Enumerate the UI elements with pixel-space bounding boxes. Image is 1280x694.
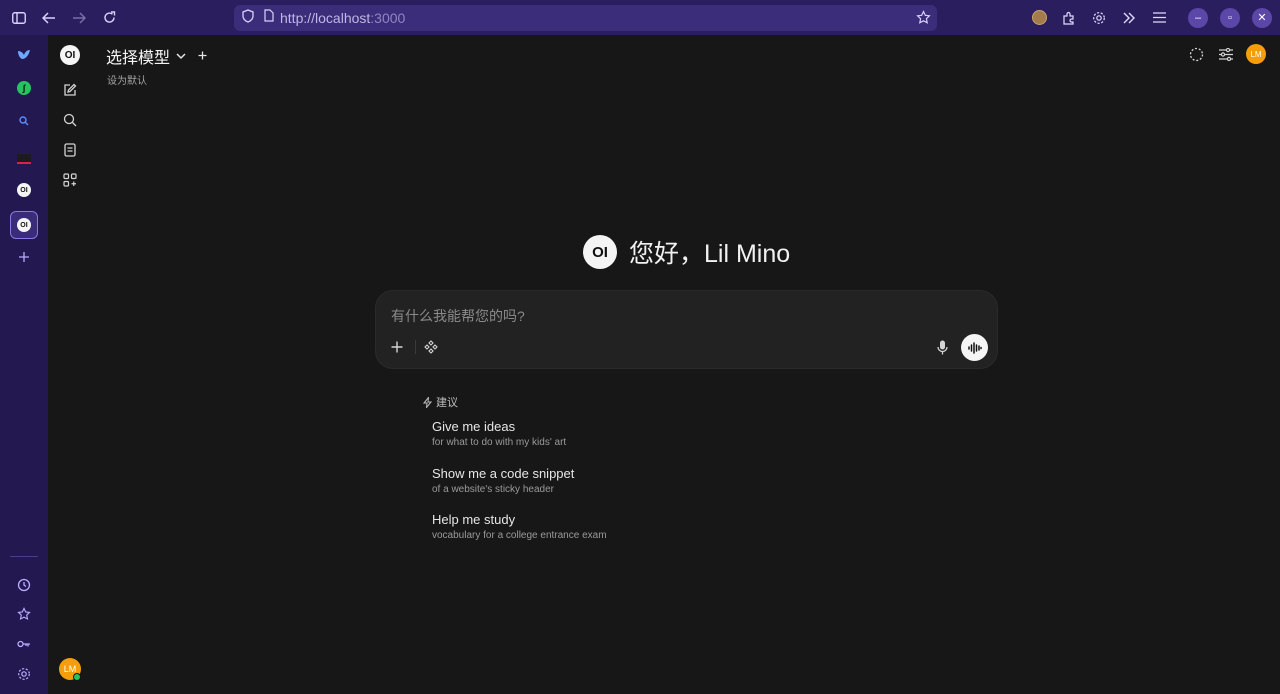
suggestions-heading-text: 建议 (436, 397, 458, 409)
new-chat-icon[interactable] (58, 78, 82, 102)
message-input[interactable]: 有什么我能帮您的吗? (391, 306, 525, 326)
suggestion-subtitle: of a website's sticky header (432, 484, 554, 495)
passwords-key-icon[interactable] (10, 630, 38, 658)
ext-active-logo-text: OI (17, 218, 31, 232)
open-webui-active-extension-icon[interactable]: OI (10, 211, 38, 239)
workspace-icon[interactable] (58, 168, 82, 192)
sidebar-toggle-icon[interactable] (4, 0, 34, 35)
suggestion-subtitle: for what to do with my kids' art (432, 437, 567, 448)
suggestion-subtitle: vocabulary for a college entrance exam (432, 530, 607, 541)
ext-logo-text: OI (17, 183, 31, 197)
reload-icon[interactable] (94, 0, 124, 35)
header-avatar-button[interactable]: LM (1246, 44, 1266, 64)
minimize-window-button[interactable]: – (1188, 7, 1208, 28)
browser-toolbar: http://localhost:3000 – ▫ ✕ (0, 0, 1280, 35)
model-selector[interactable]: 选择模型 (106, 44, 207, 68)
suggestion-title: Help me study (432, 512, 516, 527)
menu-hamburger-icon[interactable] (1144, 0, 1174, 35)
search-icon[interactable] (58, 108, 82, 132)
controls-sliders-icon[interactable] (1216, 44, 1236, 64)
overflow-chevrons-icon[interactable] (1114, 0, 1144, 35)
chat-header: 选择模型 设为默认 (106, 44, 207, 87)
profile-avatar-icon[interactable] (1024, 0, 1054, 35)
greeting-prefix: 您好， (629, 240, 705, 268)
dark-tab-extension-icon[interactable] (10, 145, 38, 173)
suggestion-item[interactable]: Help me study vocabulary for a college e… (432, 512, 607, 541)
message-composer: 有什么我能帮您的吗? (375, 290, 998, 369)
bookmarks-star-icon[interactable] (10, 600, 38, 628)
page-icon (264, 9, 274, 27)
green-extension-icon[interactable]: ʃ (10, 74, 38, 102)
audio-waveform-icon (967, 341, 982, 354)
bookmark-star-icon[interactable] (916, 10, 931, 30)
close-window-button[interactable]: ✕ (1252, 7, 1272, 28)
voice-mode-button[interactable] (961, 334, 988, 361)
greeting-user-name: Lil Mino (704, 240, 791, 268)
add-extension-icon[interactable] (10, 243, 38, 271)
greeting-logo: OI (583, 235, 617, 269)
header-actions: LM (1186, 44, 1266, 64)
suggestions-heading: 建议 (423, 394, 458, 410)
sidebar-settings-icon[interactable] (10, 660, 38, 688)
back-icon[interactable] (34, 0, 64, 35)
shield-icon[interactable] (242, 8, 254, 28)
forward-icon[interactable] (64, 0, 94, 35)
header-avatar: LM (1246, 44, 1266, 64)
user-avatar-button[interactable]: LM (58, 657, 82, 681)
tools-integrations-icon[interactable] (420, 336, 442, 358)
attach-plus-icon[interactable] (386, 336, 408, 358)
composer-divider (415, 340, 416, 354)
online-status-dot (73, 673, 81, 681)
url-text[interactable]: http://localhost:3000 (280, 10, 405, 26)
greeting: OI 您好，Lil Mino (583, 234, 790, 270)
app-logo: OI (60, 45, 80, 65)
suggestion-title: Give me ideas (432, 419, 516, 434)
open-webui-extension-icon[interactable]: OI (10, 176, 38, 204)
browser-sidebar: ʃ OI OI (0, 35, 48, 694)
add-model-icon[interactable] (198, 47, 207, 65)
search-extension-icon[interactable] (10, 107, 38, 135)
suggestion-item[interactable]: Show me a code snippet of a website's st… (432, 466, 574, 495)
greeting-text: 您好，Lil Mino (629, 234, 790, 270)
url-port: :3000 (370, 10, 406, 26)
maximize-window-button[interactable]: ▫ (1220, 7, 1240, 28)
notes-icon[interactable] (58, 138, 82, 162)
suggestion-title: Show me a code snippet (432, 466, 575, 481)
settings-gear-icon[interactable] (1084, 0, 1114, 35)
history-clock-icon[interactable] (10, 571, 38, 599)
suggestion-item[interactable]: Give me ideas for what to do with my kid… (432, 419, 566, 448)
address-bar[interactable]: http://localhost:3000 (234, 5, 937, 31)
sidebar-divider (10, 556, 38, 557)
lightning-icon (423, 396, 432, 408)
set-default-link[interactable]: 设为默认 (107, 72, 207, 87)
extensions-icon[interactable] (1054, 0, 1084, 35)
app-logo-button[interactable]: OI (58, 43, 82, 67)
microphone-icon[interactable] (931, 336, 953, 358)
chevron-down-icon[interactable] (176, 47, 186, 65)
bird-extension-icon[interactable] (10, 41, 38, 69)
url-host: http://localhost (280, 10, 371, 26)
temporary-chat-icon[interactable] (1186, 44, 1206, 64)
model-selector-label: 选择模型 (106, 50, 171, 67)
app-rail: OI LM (48, 35, 92, 694)
